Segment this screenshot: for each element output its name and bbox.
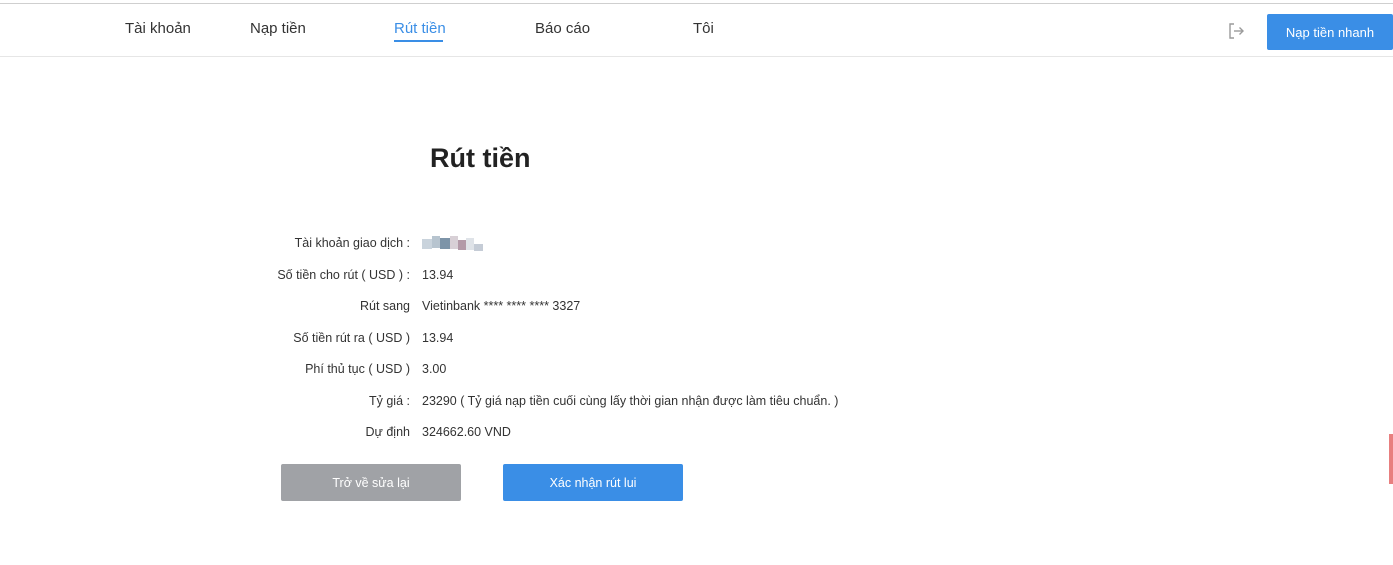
row-withdraw-amount: Số tiền rút ra ( USD ) 13.94 bbox=[0, 331, 1000, 351]
masked-account-id bbox=[422, 236, 484, 252]
fee-value: 3.00 bbox=[422, 362, 447, 376]
row-fee: Phí thủ tục ( USD ) 3.00 bbox=[0, 362, 1000, 382]
nav-tab-me[interactable]: Tôi bbox=[693, 20, 714, 37]
row-exchange-rate: Tỷ giá : 23290 ( Tỷ giá nạp tiền cuối cù… bbox=[0, 394, 1000, 414]
quick-deposit-button[interactable]: Nạp tiền nhanh bbox=[1267, 14, 1393, 50]
nav-tab-deposit[interactable]: Nạp tiền bbox=[250, 20, 306, 37]
withdraw-amount-label: Số tiền rút ra ( USD ) bbox=[293, 331, 410, 345]
fee-label: Phí thủ tục ( USD ) bbox=[305, 362, 410, 376]
row-withdraw-to: Rút sang Vietinbank **** **** **** 3327 bbox=[0, 299, 1000, 319]
row-trading-account: Tài khoản giao dịch : bbox=[0, 236, 1000, 256]
nav-tab-report[interactable]: Báo cáo bbox=[535, 20, 590, 37]
back-edit-button[interactable]: Trở về sửa lại bbox=[281, 464, 461, 501]
exchange-rate-label: Tỷ giá : bbox=[369, 394, 410, 408]
active-tab-underline bbox=[394, 40, 443, 42]
expected-amount-value: 324662.60 VND bbox=[422, 425, 511, 439]
available-amount-value: 13.94 bbox=[422, 268, 454, 282]
nav-tab-withdraw[interactable]: Rút tiền bbox=[394, 20, 446, 37]
confirm-withdraw-button[interactable]: Xác nhận rút lui bbox=[503, 464, 683, 501]
page-title: Rút tiền bbox=[430, 143, 531, 173]
row-available-amount: Số tiền cho rút ( USD ) : 13.94 bbox=[0, 268, 1000, 288]
nav-tab-account[interactable]: Tài khoản bbox=[125, 20, 191, 37]
exchange-rate-value: 23290 ( Tỷ giá nạp tiền cuối cùng lấy th… bbox=[422, 394, 839, 408]
withdraw-amount-value: 13.94 bbox=[422, 331, 454, 345]
logout-icon[interactable] bbox=[1227, 22, 1245, 40]
row-expected-amount: Dự định 324662.60 VND bbox=[0, 425, 1000, 445]
available-amount-label: Số tiền cho rút ( USD ) : bbox=[277, 268, 410, 282]
scrollbar-marker[interactable] bbox=[1389, 434, 1393, 484]
withdraw-to-label: Rút sang bbox=[359, 299, 410, 313]
expected-amount-label: Dự định bbox=[365, 425, 410, 439]
withdraw-to-value: Vietinbank **** **** **** 3327 bbox=[422, 299, 581, 313]
logout-icon-graphic bbox=[1229, 23, 1244, 39]
top-navigation-bar: Tài khoản Nạp tiền Rút tiền Báo cáo Tôi … bbox=[0, 4, 1393, 57]
trading-account-label: Tài khoản giao dịch : bbox=[294, 236, 410, 250]
